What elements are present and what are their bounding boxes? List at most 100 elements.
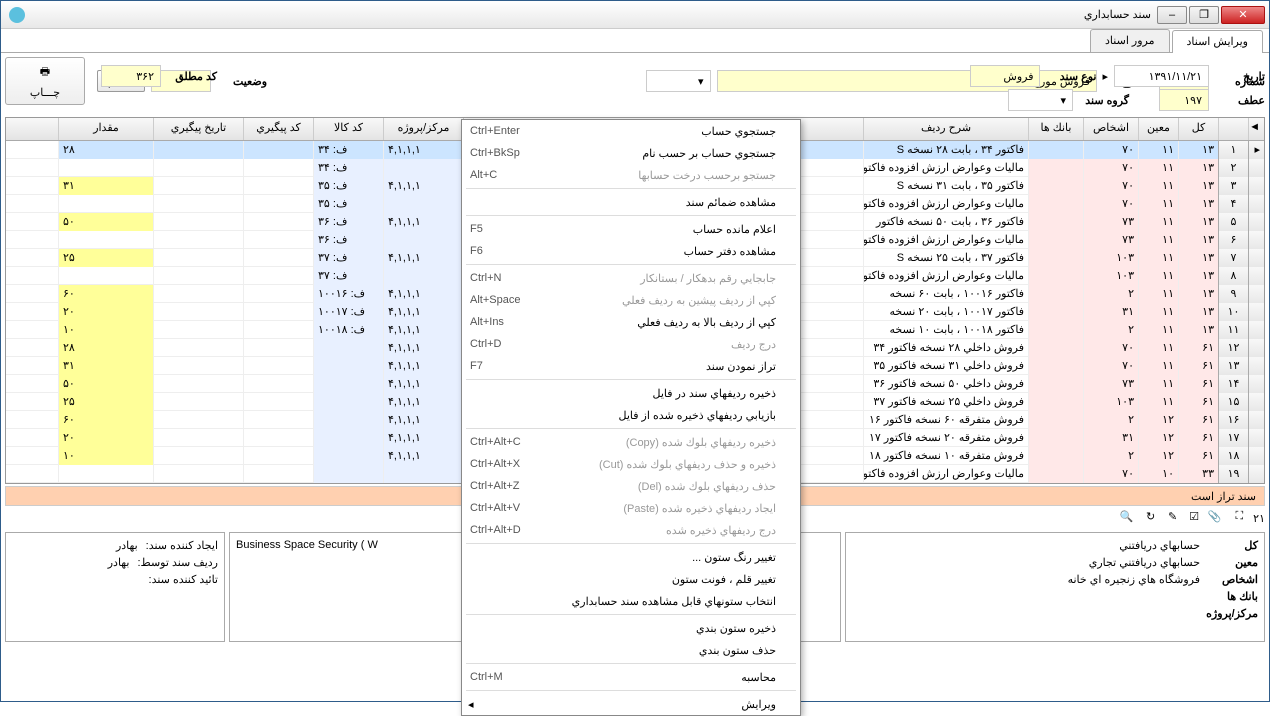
cell-moein[interactable]: ١١ (1138, 195, 1178, 213)
cell-moein[interactable]: ١١ (1138, 303, 1178, 321)
cell-trackdate[interactable] (153, 141, 243, 159)
cell-desc[interactable]: فروش متفرقه ١٠ نسخه فاكتور ١٨ (863, 447, 1028, 465)
cell-trackcode[interactable] (243, 159, 313, 177)
cell-banks[interactable] (1028, 303, 1083, 321)
cell-persons[interactable]: ٧٠ (1083, 195, 1138, 213)
cell-moein[interactable]: ١١ (1138, 159, 1178, 177)
menu-item[interactable]: ذخيره ستون بندي (462, 617, 800, 639)
cell-persons[interactable]: ١٠٣ (1083, 267, 1138, 285)
cell-center[interactable] (383, 195, 463, 213)
cell-trackcode[interactable] (243, 375, 313, 393)
cell-banks[interactable] (1028, 141, 1083, 159)
cell-banks[interactable] (1028, 429, 1083, 447)
menu-item[interactable]: مشاهده ضمائم سند (462, 191, 800, 213)
cell-center[interactable]: ١,١,١,۴ (383, 447, 463, 465)
cell-amount[interactable]: ۵٠ (58, 375, 153, 393)
cell-trackdate[interactable] (153, 393, 243, 411)
menu-item[interactable]: انتخاب ستونهاي قابل مشاهده سند حسابداري (462, 590, 800, 612)
cell-trackcode[interactable] (243, 357, 313, 375)
cell-trackdate[interactable] (153, 159, 243, 177)
cell-amount[interactable]: ١٠ (58, 447, 153, 465)
cell-total[interactable]: ١٣ (1178, 213, 1218, 231)
cell-total[interactable]: ١٣ (1178, 159, 1218, 177)
cell-trackcode[interactable] (243, 177, 313, 195)
cell-desc[interactable]: فاكتور ٣۴ ، بابت ٢٨ نسخه S (863, 141, 1028, 159)
cell-moein[interactable]: ١١ (1138, 357, 1178, 375)
cell-center[interactable]: ١,١,١,۴ (383, 285, 463, 303)
cell-amount[interactable] (58, 159, 153, 177)
cell-trackdate[interactable] (153, 267, 243, 285)
cell-desc[interactable]: ماليات وعوارض ارزش افزوده فاكتور (863, 231, 1028, 249)
cell-total[interactable]: ١٣ (1178, 267, 1218, 285)
group-dropdown[interactable]: ▾ (1008, 89, 1073, 111)
cell-center[interactable]: ١,١,١,۴ (383, 303, 463, 321)
cell-banks[interactable] (1028, 357, 1083, 375)
cell-total[interactable]: ۶١ (1178, 429, 1218, 447)
cell-goods[interactable] (313, 357, 383, 375)
date-value[interactable]: ١٣٩١/١١/٢١ (1114, 65, 1209, 87)
cell-trackdate[interactable] (153, 231, 243, 249)
cell-amount[interactable]: ٢٨ (58, 141, 153, 159)
cell-trackcode[interactable] (243, 267, 313, 285)
col-total[interactable]: كل (1178, 118, 1218, 140)
cell-amount[interactable]: ٢۵ (58, 393, 153, 411)
cell-desc[interactable]: فروش داخلي ٣١ نسخه فاكتور ٣۵ (863, 357, 1028, 375)
cell-persons[interactable]: ٧٠ (1083, 159, 1138, 177)
cell-trackcode[interactable] (243, 339, 313, 357)
cell-amount[interactable]: ٢٠ (58, 303, 153, 321)
cell-persons[interactable]: ١٠٣ (1083, 249, 1138, 267)
cell-persons[interactable]: ٧٠ (1083, 141, 1138, 159)
cell-goods[interactable] (313, 465, 383, 483)
cell-total[interactable]: ٣٣ (1178, 465, 1218, 483)
cell-goods[interactable] (313, 393, 383, 411)
cell-persons[interactable]: ٧٣ (1083, 213, 1138, 231)
cell-trackdate[interactable] (153, 195, 243, 213)
cell-persons[interactable]: ٢ (1083, 321, 1138, 339)
cell-moein[interactable]: ١٠ (1138, 465, 1178, 483)
minimize-button[interactable]: – (1157, 6, 1187, 24)
cell-trackdate[interactable] (153, 321, 243, 339)
cell-banks[interactable] (1028, 465, 1083, 483)
cell-center[interactable] (383, 267, 463, 285)
cell-banks[interactable] (1028, 339, 1083, 357)
close-button[interactable]: ✕ (1221, 6, 1265, 24)
cell-moein[interactable]: ١٢ (1138, 411, 1178, 429)
col-moein[interactable]: معين (1138, 118, 1178, 140)
cell-goods[interactable]: ف: ٣۴ (313, 141, 383, 159)
tab-review-docs[interactable]: مرور اسناد (1090, 29, 1169, 52)
menu-item[interactable]: بازيابي رديفهاي ذخيره شده از فايل (462, 404, 800, 426)
attach-icon[interactable]: 📎 (1205, 510, 1221, 526)
cell-amount[interactable]: ٣١ (58, 357, 153, 375)
cell-total[interactable]: ١٣ (1178, 177, 1218, 195)
cell-banks[interactable] (1028, 249, 1083, 267)
cell-center[interactable]: ١,١,١,۴ (383, 429, 463, 447)
cell-trackdate[interactable] (153, 303, 243, 321)
cell-banks[interactable] (1028, 159, 1083, 177)
cell-total[interactable]: ١٣ (1178, 285, 1218, 303)
cell-desc[interactable]: فاكتور ٣۵ ، بابت ٣١ نسخه S (863, 177, 1028, 195)
cell-trackcode[interactable] (243, 141, 313, 159)
cell-trackdate[interactable] (153, 357, 243, 375)
col-banks[interactable]: بانك ها (1028, 118, 1083, 140)
cell-total[interactable]: ۶١ (1178, 339, 1218, 357)
cell-moein[interactable]: ١٢ (1138, 429, 1178, 447)
cell-trackcode[interactable] (243, 465, 313, 483)
expand-icon[interactable]: ⛶ (1227, 510, 1243, 526)
cell-banks[interactable] (1028, 267, 1083, 285)
cell-trackcode[interactable] (243, 231, 313, 249)
cell-total[interactable]: ۶١ (1178, 447, 1218, 465)
menu-item[interactable]: مشاهده دفتر حسابF6 (462, 240, 800, 262)
cell-center[interactable] (383, 465, 463, 483)
cell-amount[interactable]: ۶٠ (58, 285, 153, 303)
cell-trackdate[interactable] (153, 429, 243, 447)
cell-persons[interactable]: ٣١ (1083, 429, 1138, 447)
cell-banks[interactable] (1028, 411, 1083, 429)
col-rowdesc[interactable]: شرح رديف (863, 118, 1028, 140)
cell-banks[interactable] (1028, 393, 1083, 411)
cell-desc[interactable]: فروش متفرقه ۶٠ نسخه فاكتور ١۶ (863, 411, 1028, 429)
cell-moein[interactable]: ١١ (1138, 141, 1178, 159)
cell-total[interactable]: ١٣ (1178, 249, 1218, 267)
cell-moein[interactable]: ١١ (1138, 231, 1178, 249)
cell-moein[interactable]: ١١ (1138, 393, 1178, 411)
ref-value[interactable]: ١٩٧ (1159, 89, 1209, 111)
